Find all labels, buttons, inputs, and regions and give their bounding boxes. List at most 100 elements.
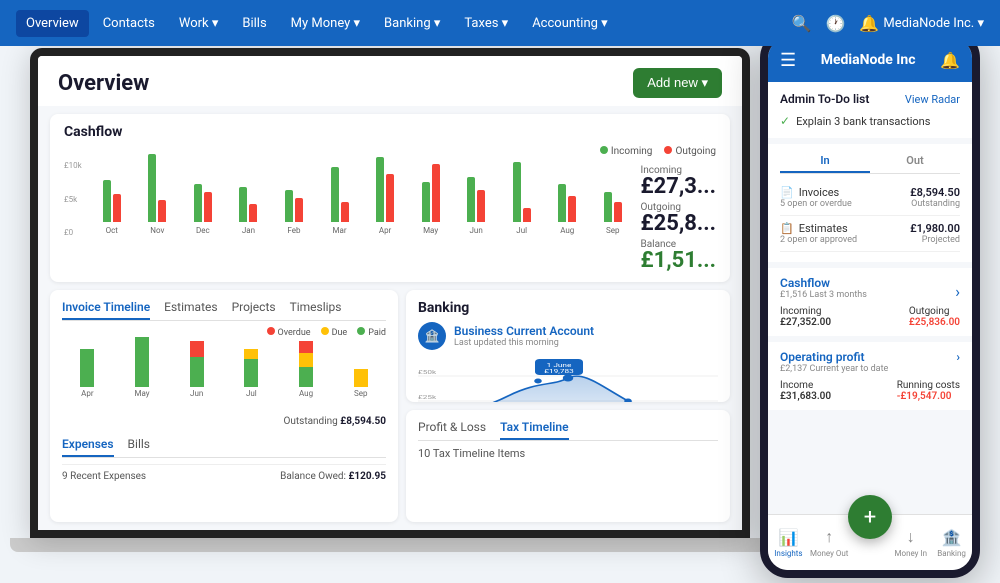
income-label: Income <box>780 380 831 391</box>
add-fab-button[interactable]: + <box>848 495 892 539</box>
balance-value: £1,51... <box>641 250 717 272</box>
nav-work[interactable]: Work ▾ <box>169 10 229 37</box>
invoice-legend: Overdue Due Paid <box>62 327 386 338</box>
invoice-tabs: Invoice Timeline Estimates Projects Time… <box>62 300 386 321</box>
tab-profit-loss[interactable]: Profit & Loss <box>418 420 486 440</box>
incoming-value: £27,3... <box>641 176 717 198</box>
laptop-base <box>10 538 770 552</box>
phone-body: Admin To-Do list View Radar ✓ Explain 3 … <box>768 82 972 514</box>
profit-tax-tabs: Profit & Loss Tax Timeline <box>418 420 718 441</box>
invoice-card: Invoice Timeline Estimates Projects Time… <box>50 290 398 522</box>
cashflow-title: Cashflow <box>64 124 716 140</box>
recent-expenses: 9 Recent Expenses <box>62 471 146 482</box>
user-menu[interactable]: MediaNode Inc. ▾ <box>883 16 984 31</box>
income-val: £31,683.00 <box>780 391 831 402</box>
cashflow-card: Cashflow Incoming Outgoing £10k £5k £0 <box>50 114 730 282</box>
expenses-tabs: Expenses Bills <box>62 437 386 458</box>
phone-op-profit-section: Operating profit › £2,137 Current year t… <box>768 342 972 410</box>
nav-banking[interactable]: Banking ▾ <box>374 10 450 37</box>
bank-icon: 🏦 <box>418 322 446 350</box>
banking-title: Banking <box>418 300 718 316</box>
phone-cashflow-sub: £1,516 Last 3 months <box>780 290 867 300</box>
tab-estimates[interactable]: Estimates <box>164 300 217 320</box>
hamburger-icon[interactable]: ☰ <box>780 50 796 71</box>
invoice-doc-icon: 📄 <box>780 186 794 199</box>
phone-todo-section: Admin To-Do list View Radar ✓ Explain 3 … <box>768 82 972 138</box>
bank-account-name[interactable]: Business Current Account <box>454 324 594 338</box>
phone-estimates-row: 📋 Estimates 2 open or approved £1,980.00… <box>780 216 960 252</box>
phone-nav-banking[interactable]: 🏦 Banking <box>931 515 972 570</box>
phone-estimates-sub: 2 open or approved <box>780 235 857 245</box>
phone-op-profit-sub: £2,137 Current year to date <box>780 364 960 374</box>
banking-card: Banking 🏦 Business Current Account Last … <box>406 290 730 402</box>
phone-bell-icon[interactable]: 🔔 <box>940 51 960 70</box>
phone-invoices-sub: 5 open or overdue <box>780 199 852 209</box>
estimates-doc-icon: 📋 <box>780 222 794 235</box>
balance-owed: Balance Owed: £120.95 <box>280 471 386 482</box>
nav-overview[interactable]: Overview <box>16 10 89 37</box>
banking-chart: Apr May Jun Jul Au... £50k £25k £0k <box>418 356 718 402</box>
todo-item-label: Explain 3 bank transactions <box>796 115 930 128</box>
phone-outgoing-label: Outgoing <box>909 306 960 317</box>
outgoing-value: £25,8... <box>641 213 717 235</box>
phone-incoming-val: £27,352.00 <box>780 317 831 328</box>
phone-app-title: MediaNode Inc <box>821 52 916 68</box>
cashflow-chevron-icon[interactable]: › <box>955 282 960 301</box>
running-costs-val: -£19,547.00 <box>897 391 960 402</box>
tab-timeslips[interactable]: Timeslips <box>290 300 342 320</box>
check-icon: ✓ <box>780 114 790 128</box>
phone-tab-out[interactable]: Out <box>870 154 960 173</box>
phone-inout-section: In Out 📄 Invoices 5 open or overdue £8,5… <box>768 144 972 262</box>
nav-contacts[interactable]: Contacts <box>93 10 165 37</box>
view-radar-link[interactable]: View Radar <box>905 93 960 106</box>
phone-nav-money-in[interactable]: ↓ Money In <box>890 515 931 570</box>
outstanding-text: Outstanding £8,594.50 <box>62 416 386 427</box>
user-label: MediaNode Inc. ▾ <box>883 16 984 31</box>
banking-nav-icon: 🏦 <box>942 528 962 547</box>
tab-projects[interactable]: Projects <box>232 300 276 320</box>
phone-outgoing-val: £25,836.00 <box>909 317 960 328</box>
tab-tax-timeline[interactable]: Tax Timeline <box>500 420 569 440</box>
phone-incoming-label: Incoming <box>780 306 831 317</box>
phone-nav-insights[interactable]: 📊 Insights <box>768 515 809 570</box>
tab-invoice-timeline[interactable]: Invoice Timeline <box>62 300 150 320</box>
op-profit-chevron-icon[interactable]: › <box>956 350 960 364</box>
nav-bills[interactable]: Bills <box>232 10 276 37</box>
phone-cashflow-details: Incoming £27,352.00 Outgoing £25,836.00 <box>780 306 960 328</box>
laptop-device: Overview Add new ▾ Cashflow Incoming Out… <box>30 48 790 568</box>
cashflow-chart: Oct Nov Dec Jan Feb <box>64 161 633 251</box>
nav-taxes[interactable]: Taxes ▾ <box>454 10 518 37</box>
phone-nav-money-out[interactable]: ↑ Money Out <box>809 515 850 570</box>
phone-op-profit-details: Income £31,683.00 Running costs -£19,547… <box>780 380 960 402</box>
nav-accounting[interactable]: Accounting ▾ <box>522 10 618 37</box>
phone-estimates-val: £1,980.00 <box>910 222 960 235</box>
overview-header: Overview Add new ▾ <box>38 56 742 106</box>
phone-invoices-val: £8,594.50 <box>910 186 960 199</box>
todo-title: Admin To-Do list <box>780 92 869 106</box>
phone-invoices-sub2: Outstanding <box>910 199 960 209</box>
phone-device: ☰ MediaNode Inc 🔔 Admin To-Do list View … <box>760 30 980 578</box>
add-new-button[interactable]: Add new ▾ <box>633 68 722 98</box>
phone-cashflow-title[interactable]: Cashflow <box>780 276 867 290</box>
tax-items-count: 10 Tax Timeline Items <box>418 447 718 460</box>
tab-expenses[interactable]: Expenses <box>62 437 114 457</box>
phone-shell: ☰ MediaNode Inc 🔔 Admin To-Do list View … <box>760 30 980 578</box>
phone-nav-fab-placeholder: + <box>850 515 891 570</box>
insights-icon: 📊 <box>778 528 798 547</box>
laptop-screen: Overview Add new ▾ Cashflow Incoming Out… <box>30 48 750 538</box>
clock-icon[interactable]: 🕐 <box>826 14 846 33</box>
phone-tab-in[interactable]: In <box>780 154 870 173</box>
phone-op-profit-title[interactable]: Operating profit › <box>780 350 960 364</box>
tab-bills[interactable]: Bills <box>128 437 150 457</box>
phone-invoices-label: 📄 Invoices <box>780 186 852 199</box>
nav-my-money[interactable]: My Money ▾ <box>281 10 370 37</box>
bell-icon[interactable]: 🔔 <box>859 14 879 33</box>
svg-text:£19,783: £19,783 <box>544 368 574 375</box>
search-icon[interactable]: 🔍 <box>792 14 812 33</box>
svg-text:£25k: £25k <box>418 394 437 401</box>
phone-estimates-label: 📋 Estimates <box>780 222 857 235</box>
phone-cashflow-section: Cashflow £1,516 Last 3 months › Incoming… <box>768 268 972 336</box>
banking-account: 🏦 Business Current Account Last updated … <box>418 322 718 350</box>
phone-in-out-tabs: In Out <box>780 154 960 174</box>
phone-invoices-row: 📄 Invoices 5 open or overdue £8,594.50 O… <box>780 180 960 216</box>
